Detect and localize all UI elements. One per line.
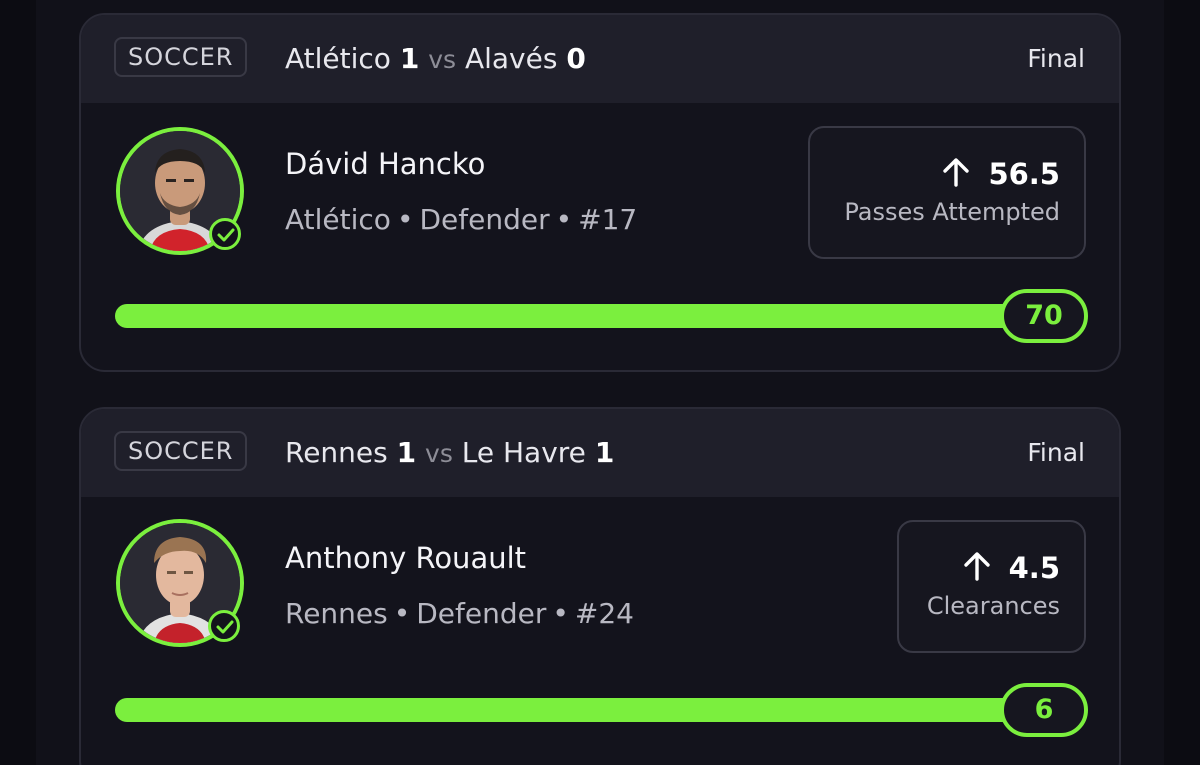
result-value: 70 [1000, 289, 1088, 343]
verified-check-icon [209, 218, 241, 250]
prop-stat-label: Passes Attempted [844, 198, 1060, 226]
away-team: Alavés [464, 42, 558, 75]
player-name: Anthony Rouault [285, 541, 527, 575]
matchup: Atlético 1 vs Alavés 0 [285, 39, 586, 80]
sport-badge: SOCCER [114, 37, 248, 77]
progress-fill [115, 304, 1035, 328]
arrow-up-icon [942, 157, 970, 191]
game-status: Final [1027, 438, 1085, 467]
matchup: Rennes 1 vs Le Havre 1 [285, 433, 614, 474]
separator-dot: • [396, 203, 414, 236]
prop-card[interactable]: SOCCER Atlético 1 vs Alavés 0 Final Dávi… [79, 13, 1121, 372]
vs-label: vs [425, 439, 453, 468]
match-header: SOCCER Rennes 1 vs Le Havre 1 Final [81, 409, 1119, 497]
sport-badge: SOCCER [114, 431, 248, 471]
player-number: #17 [578, 203, 638, 236]
prop-stat-label: Clearances [926, 592, 1060, 620]
player-position: Defender [419, 203, 550, 236]
separator-dot: • [552, 597, 569, 630]
player-meta: Atlético • Defender • #17 [285, 200, 637, 240]
arrow-up-icon [963, 551, 991, 585]
away-score: 1 [594, 436, 615, 469]
separator-dot: • [393, 597, 411, 630]
game-status: Final [1027, 44, 1085, 73]
separator-dot: • [555, 203, 573, 236]
vs-label: vs [428, 45, 457, 74]
home-team: Atlético [285, 42, 391, 75]
player-team: Rennes [285, 597, 388, 630]
player-name: Dávid Hancko [285, 147, 486, 181]
player-meta: Rennes • Defender • #24 [285, 594, 634, 634]
home-score: 1 [396, 436, 417, 469]
progress-fill [115, 698, 1035, 722]
prop-line-box: 4.5 Clearances [897, 520, 1086, 653]
away-team: Le Havre [461, 436, 586, 469]
player-position: Defender [416, 597, 547, 630]
verified-check-icon [208, 610, 240, 642]
player-team: Atlético [285, 203, 391, 236]
prop-line-box: 56.5 Passes Attempted [808, 126, 1086, 259]
match-header: SOCCER Atlético 1 vs Alavés 0 Final [81, 15, 1119, 103]
page: SOCCER Atlético 1 vs Alavés 0 Final Dávi… [0, 0, 1200, 765]
home-score: 1 [399, 42, 420, 75]
progress-bar [115, 304, 1035, 328]
away-score: 0 [566, 42, 586, 75]
home-team: Rennes [285, 436, 388, 469]
player-number: #24 [574, 597, 634, 630]
prop-card[interactable]: SOCCER Rennes 1 vs Le Havre 1 Final Anth… [79, 407, 1121, 765]
progress-bar [115, 698, 1035, 722]
result-value: 6 [1000, 683, 1088, 737]
prop-line-value: 4.5 [1008, 551, 1060, 585]
prop-line-value: 56.5 [988, 157, 1060, 191]
